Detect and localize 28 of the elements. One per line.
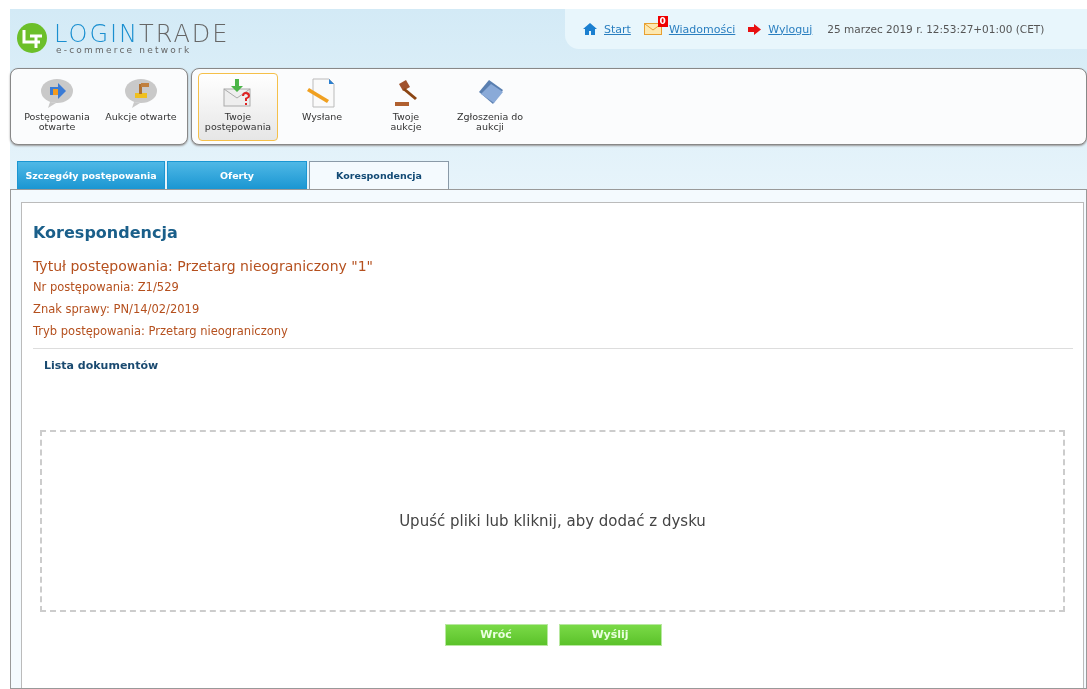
detail-line: Nr postępowania: Z1/529 — [33, 280, 180, 294]
section-title: Lista dokumentów — [44, 359, 160, 372]
home-icon — [583, 23, 597, 35]
proceeding-title: Tytuł postępowania: Przetarg nieograniczony "1" — [33, 258, 375, 274]
arrow-right-icon — [748, 23, 762, 35]
logo-tagline: e-commerce network — [56, 45, 193, 55]
logo-text: LOGIN — [54, 21, 140, 46]
file-dropzone[interactable]: Upuść pliki lub kliknij, aby dodać z dysku — [40, 430, 1065, 612]
nav-link[interactable]: Start — [604, 22, 631, 36]
bubble-arrow-icon — [40, 78, 74, 108]
detail-line: Znak sprawy: PN/14/02/2019 — [33, 302, 201, 316]
nav-link[interactable]: Wiadomości — [668, 22, 736, 36]
date-time: 25 marzec 2019 r. 12:53:27+01:00 (CET) — [827, 23, 1045, 35]
detail-line: Tryb postępowania: Przetarg nieograniczony — [33, 324, 289, 338]
envelope-icon — [643, 23, 662, 35]
toolbar-button[interactable]: Twoje postępowania — [198, 73, 278, 141]
page-heading: Korespondencja — [33, 223, 179, 242]
logo-text: TRADE — [139, 21, 230, 46]
toolbar-button[interactable]: Zgłoszenia do aukcji — [450, 73, 530, 141]
tab[interactable]: Korespondencja — [309, 161, 449, 189]
toolbar-button[interactable]: Postępowania otwarte — [17, 73, 97, 141]
toolbar-button[interactable]: Aukcje otwarte — [101, 73, 181, 141]
toolbar-button[interactable]: Wysłane — [282, 73, 362, 141]
logo-icon — [16, 22, 48, 54]
unread-badge: 0 — [657, 16, 668, 27]
bubble-gavel-icon — [124, 78, 158, 108]
toolbar-button[interactable]: Twoje aukcje — [366, 73, 446, 141]
nav-link[interactable]: Wyloguj — [768, 22, 813, 36]
